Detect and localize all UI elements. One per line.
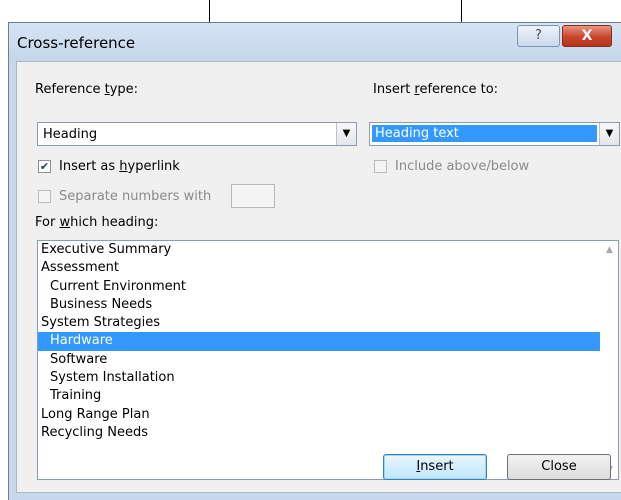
checkmark-icon: ✔ <box>39 160 50 173</box>
reference-type-dropdown[interactable]: Heading ▼ <box>37 122 357 146</box>
list-item[interactable]: Long Range Plan <box>38 406 618 424</box>
dialog-client-area: Reference type: Heading ▼ Insert referen… <box>16 61 621 493</box>
reference-type-value: Heading <box>43 127 98 142</box>
list-item[interactable]: Assessment <box>38 259 618 277</box>
insert-reference-to-dropdown[interactable]: Heading text ▼ <box>369 122 620 146</box>
chevron-down-icon[interactable]: ▼ <box>599 123 619 145</box>
separate-numbers-label: Separate numbers with <box>59 189 212 204</box>
title-bar: Cross-reference ? X <box>9 23 621 61</box>
separate-numbers-checkbox[interactable] <box>38 190 51 203</box>
list-item[interactable]: System Strategies <box>38 314 618 332</box>
for-which-heading-label: For which heading: <box>35 215 159 230</box>
list-item[interactable]: Business Needs <box>38 296 618 314</box>
separator-input[interactable] <box>231 184 275 208</box>
insert-as-hyperlink-checkbox[interactable]: ✔ <box>38 160 51 173</box>
list-item[interactable]: Software <box>38 351 618 369</box>
close-window-button[interactable]: X <box>562 25 612 47</box>
help-button[interactable]: ? <box>517 25 560 47</box>
insert-button[interactable]: Insert <box>383 454 487 480</box>
scroll-up-icon[interactable]: ▲ <box>601 245 618 255</box>
insert-reference-to-label: Insert reference to: <box>373 82 499 97</box>
dialog-title: Cross-reference <box>17 34 136 52</box>
list-item[interactable]: Recycling Needs <box>38 424 618 442</box>
insert-reference-to-value: Heading text <box>372 125 597 142</box>
reference-type-label: Reference type: <box>35 82 139 97</box>
include-above-below-label: Include above/below <box>395 159 530 174</box>
close-button[interactable]: Close <box>507 454 611 480</box>
include-above-below-checkbox[interactable] <box>374 160 387 173</box>
help-icon: ? <box>535 28 542 43</box>
heading-list[interactable]: Executive Summary Assessment Current Env… <box>37 240 619 480</box>
insert-as-hyperlink-label[interactable]: Insert as hyperlink <box>59 159 180 174</box>
list-item[interactable]: Current Environment <box>38 278 618 296</box>
list-item[interactable]: Training <box>38 387 618 405</box>
cross-reference-dialog: Cross-reference ? X Reference type: Head… <box>8 22 621 500</box>
list-item[interactable]: Executive Summary <box>38 241 618 259</box>
close-icon: X <box>581 28 593 44</box>
list-item-selected[interactable]: Hardware <box>38 332 600 351</box>
vertical-scrollbar[interactable]: ▲ ▼ <box>601 241 618 479</box>
chevron-down-icon[interactable]: ▼ <box>336 123 356 145</box>
list-item[interactable]: System Installation <box>38 369 618 387</box>
